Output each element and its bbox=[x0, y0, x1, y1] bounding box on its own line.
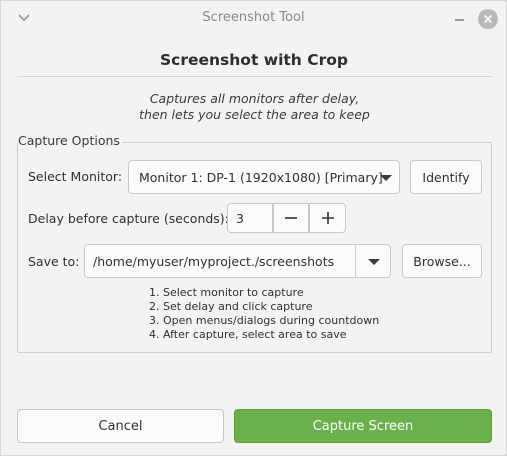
triangle-down-icon bbox=[380, 175, 392, 181]
delay-label: Delay before capture (seconds): bbox=[28, 211, 229, 226]
save-path-divider bbox=[355, 245, 356, 277]
capture-screen-button[interactable]: Capture Screen bbox=[234, 409, 492, 443]
capture-options-label: Capture Options bbox=[18, 133, 122, 148]
titlebar: Screenshot Tool bbox=[1, 1, 506, 37]
monitor-select[interactable]: Monitor 1: DP-1 (1920x1080) [Primary] bbox=[128, 160, 400, 194]
description-line-1: Captures all monitors after delay, bbox=[149, 91, 360, 106]
screenshot-tool-window: Screenshot Tool Screenshot with Crop Cap… bbox=[0, 0, 507, 456]
select-monitor-label: Select Monitor: bbox=[28, 169, 123, 184]
page-title: Screenshot with Crop bbox=[159, 51, 348, 69]
save-path-combo[interactable]: /home/myuser/myproject./screenshots bbox=[84, 244, 391, 278]
delay-increment-button[interactable] bbox=[309, 203, 346, 233]
description: Captures all monitors after delay, then … bbox=[1, 91, 507, 123]
minus-icon bbox=[285, 217, 297, 219]
description-line-2: then lets you select the area to keep bbox=[139, 107, 370, 122]
delay-decrement-button[interactable] bbox=[273, 203, 309, 233]
delay-input[interactable]: 3 bbox=[227, 203, 273, 233]
cancel-button[interactable]: Cancel bbox=[17, 409, 224, 443]
minimize-icon[interactable] bbox=[451, 9, 469, 27]
close-icon[interactable] bbox=[478, 9, 498, 29]
plus-icon bbox=[321, 212, 334, 224]
instruction-step: 2. Set delay and click capture bbox=[149, 300, 313, 313]
instruction-step: 1. Select monitor to capture bbox=[149, 286, 304, 299]
instructions-list: 1. Select monitor to capture 2. Set dela… bbox=[149, 286, 379, 342]
instruction-step: 3. Open menus/dialogs during countdown bbox=[149, 314, 380, 327]
triangle-down-icon[interactable] bbox=[368, 259, 380, 265]
instruction-step: 4. After capture, select area to save bbox=[149, 328, 347, 341]
monitor-select-value: Monitor 1: DP-1 (1920x1080) [Primary] bbox=[139, 170, 383, 185]
save-path-value: /home/myuser/myproject./screenshots bbox=[93, 254, 335, 269]
window-title: Screenshot Tool bbox=[202, 10, 305, 25]
dialog-header: Screenshot with Crop bbox=[17, 37, 491, 77]
identify-button[interactable]: Identify bbox=[410, 160, 482, 194]
save-to-label: Save to: bbox=[28, 254, 80, 269]
browse-button[interactable]: Browse... bbox=[402, 244, 482, 278]
